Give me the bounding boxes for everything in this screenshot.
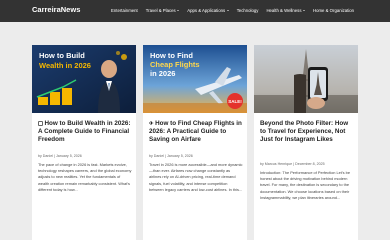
post-author[interactable]: Daniel [154, 154, 164, 158]
thumbnail-text: Cheap Flights [150, 60, 200, 69]
nav-item-health-wellness[interactable]: Health & Wellness [266, 8, 305, 13]
thumbnail-text: in 2026 [150, 69, 175, 78]
post-title-text: How to Find Cheap Flights in 2026: A Pra… [149, 120, 242, 144]
meta-separator: | [293, 162, 295, 166]
nav-item-label: Travel & Places [145, 8, 176, 13]
post-title[interactable]: Beyond the Photo Filter: How to Travel f… [260, 120, 354, 145]
chevron-down-icon [302, 10, 305, 11]
post-date: December 8, 2025 [295, 162, 325, 166]
post-date: January 5, 2026 [166, 154, 193, 158]
meta-prefix: by [260, 162, 264, 166]
meta-separator: | [165, 154, 166, 158]
thumbnail-text: How to Find [150, 51, 193, 60]
site-logo[interactable]: CarreiraNews [32, 5, 80, 14]
post-card: How to Build Wealth in 2026 How to Build… [32, 45, 136, 240]
post-meta: by Marcus Henrique | December 8, 2025 [260, 162, 325, 166]
nav-item-label: Entertainment [111, 8, 138, 13]
meta-separator: | [54, 154, 55, 158]
post-thumbnail[interactable]: How to Build Wealth in 2026 [32, 45, 136, 113]
nav-item-technology[interactable]: Technology [237, 8, 259, 13]
plane-icon: ✈ [149, 121, 154, 127]
post-meta: by Daniel | January 5, 2026 [149, 154, 193, 158]
post-card: Beyond the Photo Filter: How to Travel f… [254, 45, 358, 240]
nav-item-label: Home & Organization [312, 8, 355, 13]
thumbnail-text: How to Build [39, 51, 85, 60]
nav-item-label: Apps & Applications [187, 8, 226, 13]
nav-item-label: Health & Wellness [266, 8, 302, 13]
meta-prefix: by [38, 154, 42, 158]
post-title[interactable]: ✈ How to Find Cheap Flights in 2026: A Pr… [149, 120, 243, 145]
nav-item-entertainment[interactable]: Entertainment [111, 8, 138, 13]
post-date: January 5, 2026 [55, 154, 82, 158]
post-title[interactable]: How to Build Wealth in 2026: A Complete … [38, 120, 132, 145]
thumbnail-text: Wealth in 2026 [39, 61, 91, 70]
post-meta: by Daniel | January 5, 2026 [38, 154, 82, 158]
post-excerpt: Travel in 2026 is more accessible—and mo… [149, 162, 243, 192]
nav-item-apps[interactable]: Apps & Applications [187, 8, 229, 13]
content-area: How to Build Wealth in 2026 How to Build… [0, 22, 390, 240]
post-author[interactable]: Marcus Henrique [265, 162, 292, 166]
post-card: SALE! How to Find Cheap Flights in 2026 … [143, 45, 247, 240]
chevron-down-icon [226, 10, 229, 11]
post-excerpt: The pace of change in 2026 is fast. Mark… [38, 162, 132, 192]
post-author[interactable]: Daniel [43, 154, 53, 158]
nav-item-label: Technology [236, 8, 259, 13]
chevron-down-icon [177, 10, 180, 11]
site-header: CarreiraNews Entertainment Travel & Plac… [0, 0, 390, 22]
meta-prefix: by [149, 154, 153, 158]
document-icon [38, 120, 43, 126]
post-excerpt: Introduction: The Performance of Perfect… [260, 170, 350, 200]
post-title-text: How to Build Wealth in 2026: A Complete … [38, 120, 131, 144]
post-thumbnail[interactable] [254, 45, 358, 113]
main-nav: Entertainment Travel & Places Apps & App… [111, 8, 354, 13]
nav-item-travel-places[interactable]: Travel & Places [145, 8, 180, 13]
sale-badge: SALE! [228, 99, 242, 104]
post-thumbnail[interactable]: SALE! How to Find Cheap Flights in 2026 [143, 45, 247, 113]
nav-item-home-organization[interactable]: Home & Organization [313, 8, 354, 13]
